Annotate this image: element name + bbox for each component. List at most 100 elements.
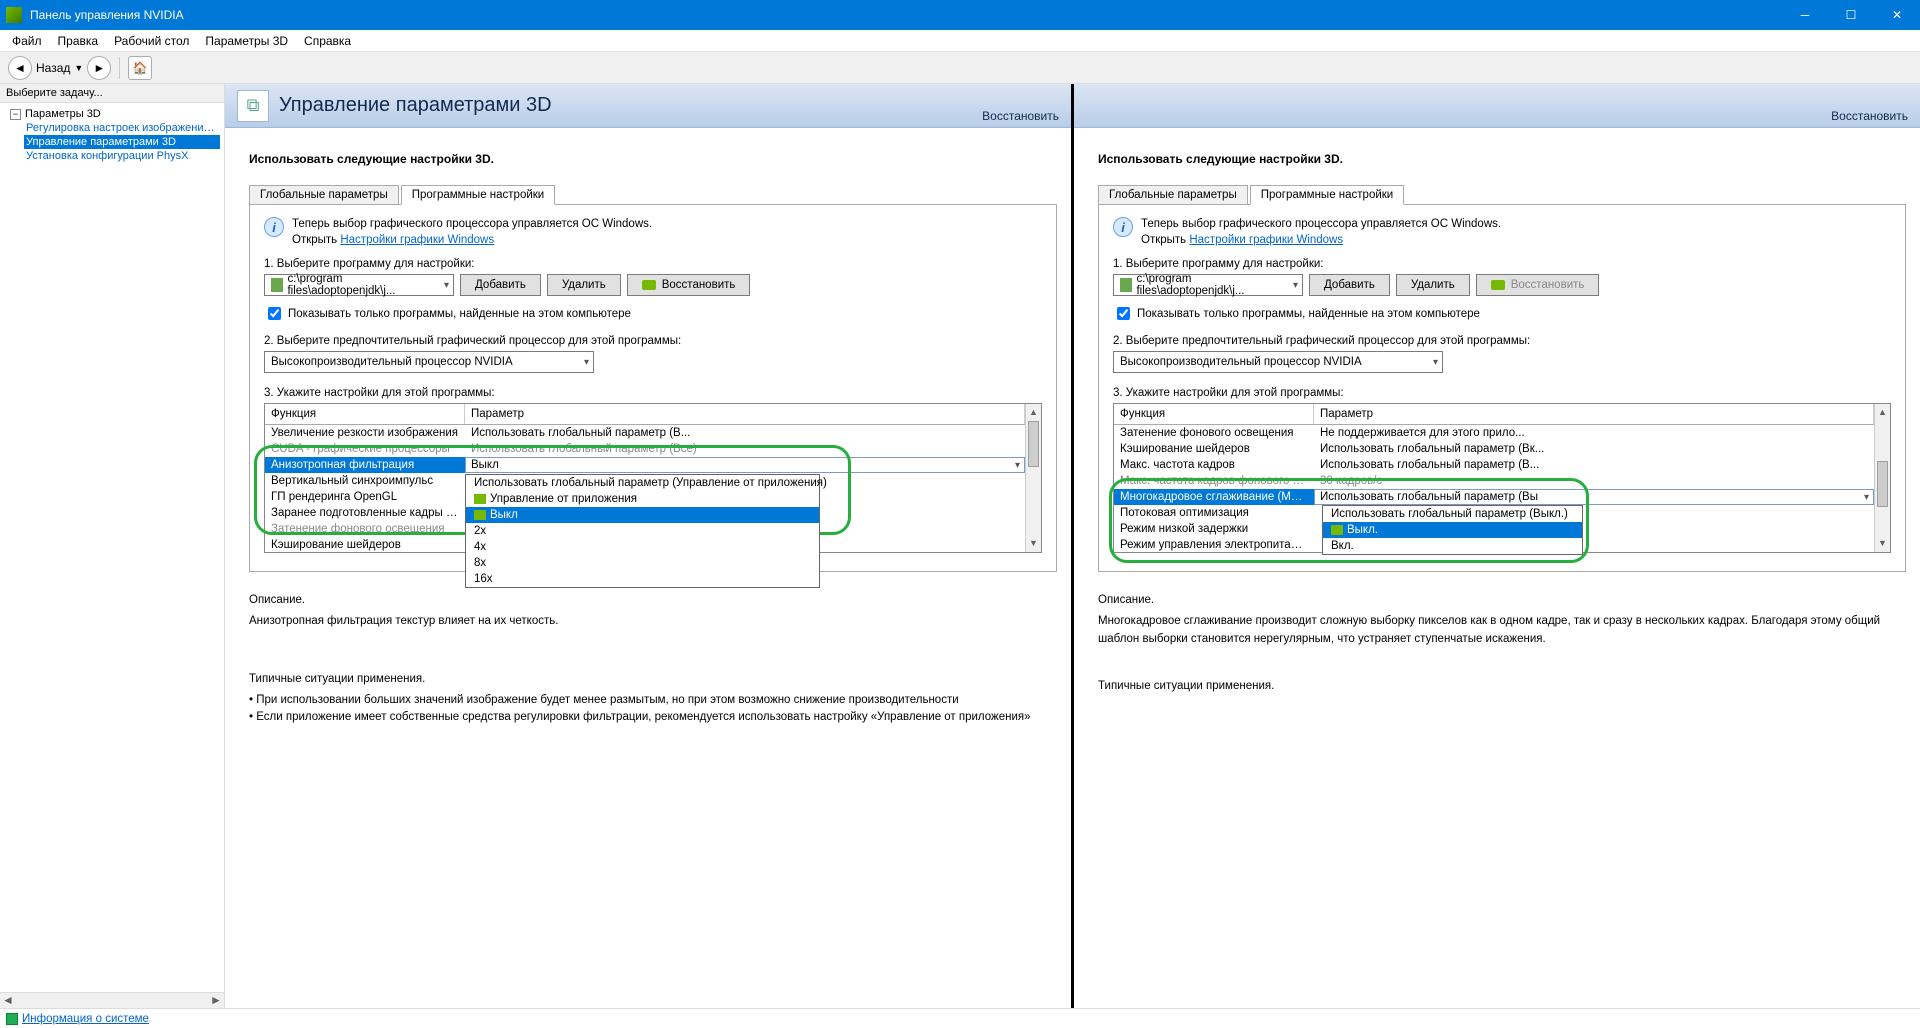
table-row[interactable]: Макс. частота кадровИспользовать глобаль… bbox=[1114, 457, 1874, 473]
intro-text-right: Использовать следующие настройки 3D. bbox=[1098, 152, 1906, 166]
restore-defaults-link[interactable]: Восстановить bbox=[982, 109, 1059, 123]
forward-button[interactable]: ► bbox=[87, 56, 111, 80]
info-icon: i bbox=[264, 217, 284, 237]
table-header: Функция Параметр bbox=[265, 404, 1025, 425]
statusbar: Информация о системе bbox=[0, 1008, 1920, 1028]
dropdown-option[interactable]: Выкл bbox=[466, 507, 819, 523]
toolbar-separator bbox=[119, 57, 120, 79]
close-button[interactable]: ✕ bbox=[1874, 0, 1920, 30]
step1-label: 1. Выберите программу для настройки: bbox=[264, 258, 1042, 270]
show-only-checkbox-right[interactable] bbox=[1117, 307, 1130, 320]
th-parameter-right[interactable]: Параметр bbox=[1314, 404, 1874, 424]
table-vscroll-right[interactable]: ▲▼ bbox=[1874, 404, 1891, 552]
sidebar-hscroll[interactable]: ◄► bbox=[0, 992, 224, 1008]
menu-help[interactable]: Справка bbox=[296, 32, 359, 50]
sidebar-title: Выберите задачу... bbox=[0, 84, 224, 103]
program-combo[interactable]: c:\program files\adoptopenjdk\j... bbox=[264, 274, 454, 296]
table-row[interactable]: Затенение фонового освещенияНе поддержив… bbox=[1114, 425, 1874, 441]
sysinfo-icon bbox=[6, 1013, 18, 1025]
gpu-combo-right[interactable]: Высокопроизводительный процессор NVIDIA bbox=[1113, 351, 1443, 373]
tab-global[interactable]: Глобальные параметры bbox=[249, 185, 399, 205]
menubar: Файл Правка Рабочий стол Параметры 3D Сп… bbox=[0, 30, 1920, 52]
add-button-right[interactable]: Добавить bbox=[1309, 274, 1390, 296]
description-left: Описание. Анизотропная фильтрация тексту… bbox=[249, 592, 1057, 726]
th-parameter[interactable]: Параметр bbox=[465, 404, 1025, 424]
step2-label-right: 2. Выберите предпочтительный графический… bbox=[1113, 335, 1891, 347]
maximize-button[interactable]: ☐ bbox=[1828, 0, 1874, 30]
sidebar: Выберите задачу... −Параметры 3D Регулир… bbox=[0, 84, 225, 1008]
table-row[interactable]: Увеличение резкости изображенияИспользов… bbox=[265, 425, 1025, 441]
panel-left: ⧉ Управление параметрами 3D Восстановить… bbox=[225, 84, 1074, 1008]
dropdown-option[interactable]: Выкл. bbox=[1323, 522, 1582, 538]
tree-collapse-icon[interactable]: − bbox=[10, 109, 21, 120]
step3-label: 3. Укажите настройки для этой программы: bbox=[264, 387, 1042, 399]
table-row[interactable]: Многокадровое сглаживание (MFAA)Использо… bbox=[1114, 489, 1874, 505]
menu-desktop[interactable]: Рабочий стол bbox=[106, 32, 197, 50]
intro-text: Использовать следующие настройки 3D. bbox=[249, 152, 1057, 166]
show-only-check-right[interactable]: Показывать только программы, найденные н… bbox=[1113, 304, 1891, 323]
table-row[interactable]: CUDA - графические процессорыИспользоват… bbox=[265, 441, 1025, 457]
page-header-left: ⧉ Управление параметрами 3D Восстановить bbox=[225, 84, 1071, 128]
tab-content-right: i Теперь выбор графического процессора у… bbox=[1098, 205, 1906, 572]
restore-program-button[interactable]: Восстановить bbox=[627, 274, 751, 296]
step1-label-right: 1. Выберите программу для настройки: bbox=[1113, 258, 1891, 270]
add-button[interactable]: Добавить bbox=[460, 274, 541, 296]
menu-file[interactable]: Файл bbox=[4, 32, 50, 50]
restore-defaults-link-right[interactable]: Восстановить bbox=[1831, 109, 1908, 123]
table-header-right: Функция Параметр bbox=[1114, 404, 1874, 425]
dropdown-option[interactable]: Управление от приложения bbox=[466, 491, 819, 507]
show-only-checkbox[interactable] bbox=[268, 307, 281, 320]
step3-label-right: 3. Укажите настройки для этой программы: bbox=[1113, 387, 1891, 399]
th-function[interactable]: Функция bbox=[265, 404, 465, 424]
description-right: Описание. Многокадровое сглаживание прои… bbox=[1098, 592, 1906, 695]
page-header-icon: ⧉ bbox=[237, 90, 269, 122]
tab-program[interactable]: Программные настройки bbox=[401, 185, 556, 205]
minimize-button[interactable]: ─ bbox=[1782, 0, 1828, 30]
page-header-right: Восстановить bbox=[1074, 84, 1920, 128]
menu-edit[interactable]: Правка bbox=[50, 32, 107, 50]
show-only-check[interactable]: Показывать только программы, найденные н… bbox=[264, 304, 1042, 323]
th-function-right[interactable]: Функция bbox=[1114, 404, 1314, 424]
gpu-combo[interactable]: Высокопроизводительный процессор NVIDIA bbox=[264, 351, 594, 373]
tree-item-physx[interactable]: Установка конфигурации PhysX bbox=[24, 149, 220, 163]
task-tree: −Параметры 3D Регулировка настроек изобр… bbox=[0, 103, 224, 992]
aniso-dropdown[interactable]: Использовать глобальный параметр (Управл… bbox=[465, 474, 820, 588]
toolbar: ◄ Назад ▼ ► 🏠 bbox=[0, 52, 1920, 84]
table-vscroll[interactable]: ▲▼ bbox=[1025, 404, 1042, 552]
dropdown-option[interactable]: 4x bbox=[466, 539, 819, 555]
windows-graphics-link[interactable]: Настройки графики Windows bbox=[340, 234, 494, 246]
dropdown-option[interactable]: Использовать глобальный параметр (Управл… bbox=[466, 475, 819, 491]
info-text: Теперь выбор графического процессора упр… bbox=[292, 217, 652, 248]
titlebar: Панель управления NVIDIA ─ ☐ ✕ bbox=[0, 0, 1920, 30]
tab-content: i Теперь выбор графического процессора у… bbox=[249, 205, 1057, 572]
tab-program-right[interactable]: Программные настройки bbox=[1250, 185, 1405, 205]
tab-global-right[interactable]: Глобальные параметры bbox=[1098, 185, 1248, 205]
mfaa-dropdown[interactable]: Использовать глобальный параметр (Выкл.)… bbox=[1322, 505, 1583, 555]
back-dropdown-icon[interactable]: ▼ bbox=[74, 63, 83, 73]
tree-item-manage-3d[interactable]: Управление параметрами 3D bbox=[24, 135, 220, 149]
home-button[interactable]: 🏠 bbox=[128, 56, 152, 80]
windows-graphics-link-right[interactable]: Настройки графики Windows bbox=[1189, 234, 1343, 246]
table-row[interactable]: Анизотропная фильтрацияВыкл bbox=[265, 457, 1025, 473]
info-icon-right: i bbox=[1113, 217, 1133, 237]
table-row[interactable]: Макс. частота кадров фонового прило...30… bbox=[1114, 473, 1874, 489]
window-title: Панель управления NVIDIA bbox=[30, 8, 1782, 22]
dropdown-option[interactable]: 2x bbox=[466, 523, 819, 539]
remove-button[interactable]: Удалить bbox=[547, 274, 621, 296]
table-row[interactable]: Кэширование шейдеровИспользовать глобаль… bbox=[1114, 441, 1874, 457]
main-area: ⧉ Управление параметрами 3D Восстановить… bbox=[225, 84, 1920, 1008]
dropdown-option[interactable]: 8x bbox=[466, 555, 819, 571]
dropdown-option[interactable]: 16x bbox=[466, 571, 819, 587]
back-arrow-icon: ◄ bbox=[8, 56, 32, 80]
menu-3d[interactable]: Параметры 3D bbox=[197, 32, 296, 50]
settings-tabs-right: Глобальные параметры Программные настрой… bbox=[1098, 184, 1906, 205]
remove-button-right[interactable]: Удалить bbox=[1396, 274, 1470, 296]
restore-program-button-right[interactable]: Восстановить bbox=[1476, 274, 1600, 296]
dropdown-option[interactable]: Использовать глобальный параметр (Выкл.) bbox=[1323, 506, 1582, 522]
system-info-link[interactable]: Информация о системе bbox=[22, 1013, 149, 1025]
back-button[interactable]: ◄ Назад ▼ bbox=[8, 56, 83, 80]
tree-item-image-adjust[interactable]: Регулировка настроек изображения с п bbox=[24, 121, 220, 135]
dropdown-option[interactable]: Вкл. bbox=[1323, 538, 1582, 554]
program-combo-right[interactable]: c:\program files\adoptopenjdk\j... bbox=[1113, 274, 1303, 296]
tree-root-3d[interactable]: −Параметры 3D bbox=[8, 107, 220, 121]
